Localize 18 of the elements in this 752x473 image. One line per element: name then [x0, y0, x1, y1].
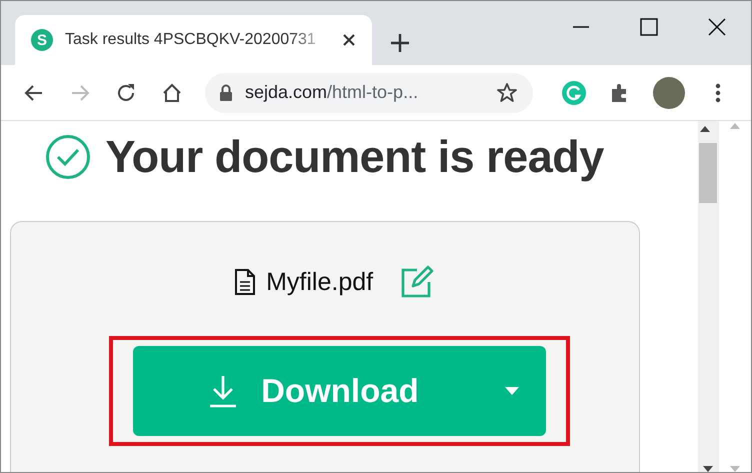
scrollbar-thumb[interactable]	[699, 143, 718, 203]
scroll-up-icon[interactable]	[699, 124, 712, 134]
url-text: sejda.com/html-to-p...	[245, 82, 420, 103]
close-icon[interactable]	[342, 33, 356, 47]
tab-title: Task results 4PSCBQKV-20200731	[65, 31, 317, 49]
scroll-down-icon[interactable]	[702, 464, 714, 472]
address-bar[interactable]: sejda.com/html-to-p...	[205, 72, 533, 112]
site-favicon: S	[31, 29, 53, 51]
new-tab-icon[interactable]	[390, 33, 410, 53]
star-icon[interactable]	[495, 80, 519, 104]
scrollbar[interactable]	[698, 121, 718, 472]
lock-icon	[219, 84, 233, 102]
document-icon	[234, 268, 256, 296]
browser-tab[interactable]: S Task results 4PSCBQKV-20200731	[15, 15, 372, 65]
profile-avatar[interactable]	[653, 76, 685, 108]
file-name: Myfile.pdf	[266, 268, 374, 296]
page-heading: Your document is ready	[105, 131, 604, 183]
check-circle-icon	[45, 134, 92, 180]
